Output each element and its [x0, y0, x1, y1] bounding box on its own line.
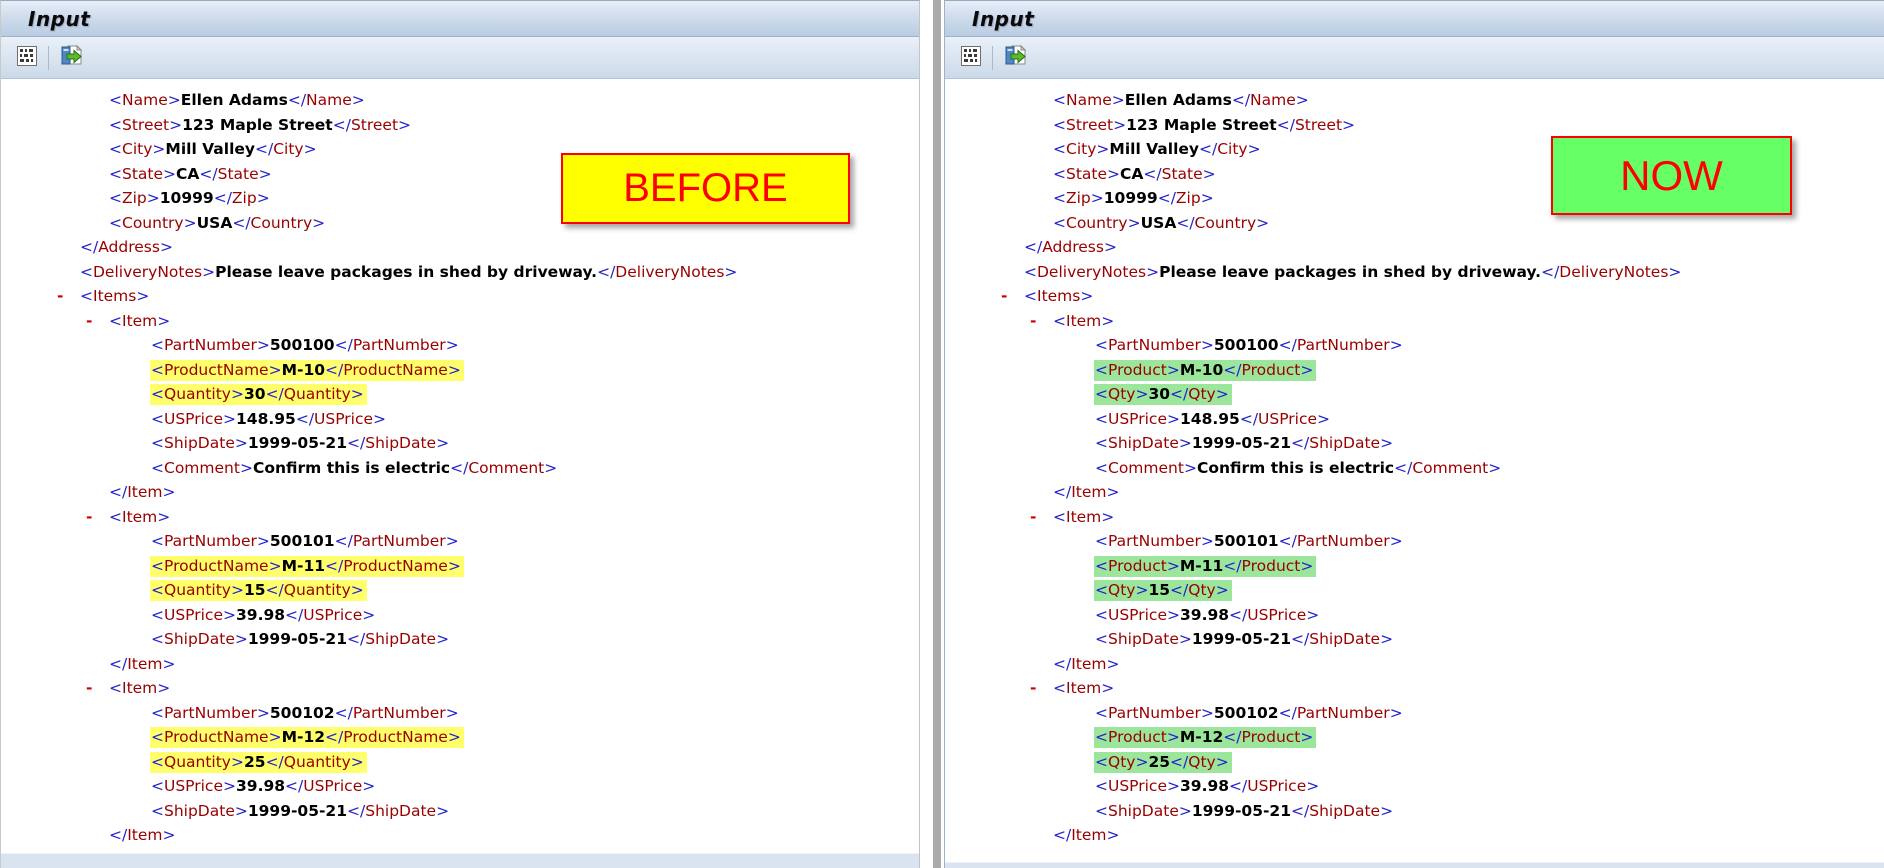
xml-line: <ShipDate>1999-05-21</ShipDate>	[1, 799, 919, 824]
xml-line: -<Item>	[1, 505, 919, 530]
xml-line: <ShipDate>1999-05-21</ShipDate>	[1, 627, 919, 652]
now-badge: NOW	[1551, 136, 1792, 215]
xml-line: <Street>123 Maple Street</Street>	[1, 113, 919, 138]
text-table-button[interactable]	[958, 43, 984, 72]
input-panel-before: Input	[0, 0, 920, 868]
app-window: Input	[0, 0, 1884, 868]
xml-line: <USPrice>39.98</USPrice>	[1, 774, 919, 799]
xml-line: <DeliveryNotes>Please leave packages in …	[1, 260, 919, 285]
input-panel-now: Input	[944, 0, 1884, 868]
text-table-icon	[960, 45, 982, 70]
xml-line: <PartNumber>500102</PartNumber>	[945, 701, 1884, 726]
xml-line: <ShipDate>1999-05-21</ShipDate>	[945, 431, 1884, 456]
panel-header: Input	[1, 1, 919, 37]
horizontal-scrollbar[interactable]	[945, 862, 1884, 868]
panel-divider[interactable]	[920, 0, 944, 868]
xml-line: <Product>M-12</Product>	[945, 725, 1884, 750]
xml-line: </Item>	[1, 652, 919, 677]
xml-line: </Address>	[945, 235, 1884, 260]
xml-line: <PartNumber>500101</PartNumber>	[1, 529, 919, 554]
xml-line: </Item>	[1, 480, 919, 505]
xml-line: <PartNumber>500100</PartNumber>	[1, 333, 919, 358]
toolbar	[945, 37, 1884, 79]
before-badge: BEFORE	[561, 153, 850, 224]
collapse-marker[interactable]: -	[1001, 284, 1007, 309]
xml-line: <ShipDate>1999-05-21</ShipDate>	[945, 627, 1884, 652]
xml-line: <Comment>Confirm this is electric</Comme…	[1, 456, 919, 481]
xml-line: <USPrice>39.98</USPrice>	[945, 774, 1884, 799]
xml-line: -<Item>	[945, 505, 1884, 530]
toolbar-separator	[992, 46, 993, 70]
xml-line: -<Items>	[945, 284, 1884, 309]
export-icon	[1003, 44, 1029, 71]
collapse-marker[interactable]: -	[86, 676, 92, 701]
xml-line: -<Item>	[1, 309, 919, 334]
xml-line: <Product>M-10</Product>	[945, 358, 1884, 383]
collapse-marker[interactable]: -	[1030, 309, 1036, 334]
xml-line: <Quantity>30</Quantity>	[1, 382, 919, 407]
xml-line: <Comment>Confirm this is electric</Comme…	[945, 456, 1884, 481]
xml-line: <ShipDate>1999-05-21</ShipDate>	[945, 799, 1884, 824]
collapse-marker[interactable]: -	[1030, 505, 1036, 530]
xml-line: <Qty>15</Qty>	[945, 578, 1884, 603]
xml-line: <Qty>30</Qty>	[945, 382, 1884, 407]
export-button[interactable]	[1001, 42, 1031, 73]
xml-line: <USPrice>39.98</USPrice>	[945, 603, 1884, 628]
xml-line: <ProductName>M-11</ProductName>	[1, 554, 919, 579]
xml-line: <ProductName>M-10</ProductName>	[1, 358, 919, 383]
panel-divider-bar[interactable]	[933, 0, 941, 868]
export-icon	[59, 44, 85, 71]
xml-line: -<Items>	[1, 284, 919, 309]
xml-line: <USPrice>148.95</USPrice>	[1, 407, 919, 432]
panel-header: Input	[945, 1, 1884, 37]
text-table-icon	[16, 45, 38, 70]
xml-line: <Quantity>15</Quantity>	[1, 578, 919, 603]
xml-line: <ProductName>M-12</ProductName>	[1, 725, 919, 750]
xml-line: <ShipDate>1999-05-21</ShipDate>	[1, 431, 919, 456]
xml-line: <Street>123 Maple Street</Street>	[945, 113, 1884, 138]
xml-line: </Item>	[1, 823, 919, 848]
xml-line: <DeliveryNotes>Please leave packages in …	[945, 260, 1884, 285]
xml-line: </Address>	[1, 235, 919, 260]
xml-line: </Item>	[945, 652, 1884, 677]
xml-line: <USPrice>148.95</USPrice>	[945, 407, 1884, 432]
xml-line: <PartNumber>500102</PartNumber>	[1, 701, 919, 726]
xml-line: </Item>	[945, 480, 1884, 505]
xml-line: <Name>Ellen Adams</Name>	[945, 88, 1884, 113]
xml-line: <USPrice>39.98</USPrice>	[1, 603, 919, 628]
collapse-marker[interactable]: -	[57, 284, 63, 309]
xml-line: <Product>M-11</Product>	[945, 554, 1884, 579]
xml-line: <Quantity>25</Quantity>	[1, 750, 919, 775]
xml-line: -<Item>	[945, 676, 1884, 701]
collapse-marker[interactable]: -	[1030, 676, 1036, 701]
panel-title: Input	[28, 7, 90, 31]
xml-line: <Qty>25</Qty>	[945, 750, 1884, 775]
toolbar	[1, 37, 919, 79]
toolbar-separator	[48, 46, 49, 70]
export-button[interactable]	[57, 42, 87, 73]
xml-line: <PartNumber>500100</PartNumber>	[945, 333, 1884, 358]
text-table-button[interactable]	[14, 43, 40, 72]
xml-line: <PartNumber>500101</PartNumber>	[945, 529, 1884, 554]
xml-line: </Item>	[945, 823, 1884, 848]
xml-line: <Name>Ellen Adams</Name>	[1, 88, 919, 113]
collapse-marker[interactable]: -	[86, 309, 92, 334]
xml-line: -<Item>	[1, 676, 919, 701]
collapse-marker[interactable]: -	[86, 505, 92, 530]
horizontal-scrollbar[interactable]	[1, 853, 919, 868]
xml-line: -<Item>	[945, 309, 1884, 334]
panel-title: Input	[972, 7, 1034, 31]
